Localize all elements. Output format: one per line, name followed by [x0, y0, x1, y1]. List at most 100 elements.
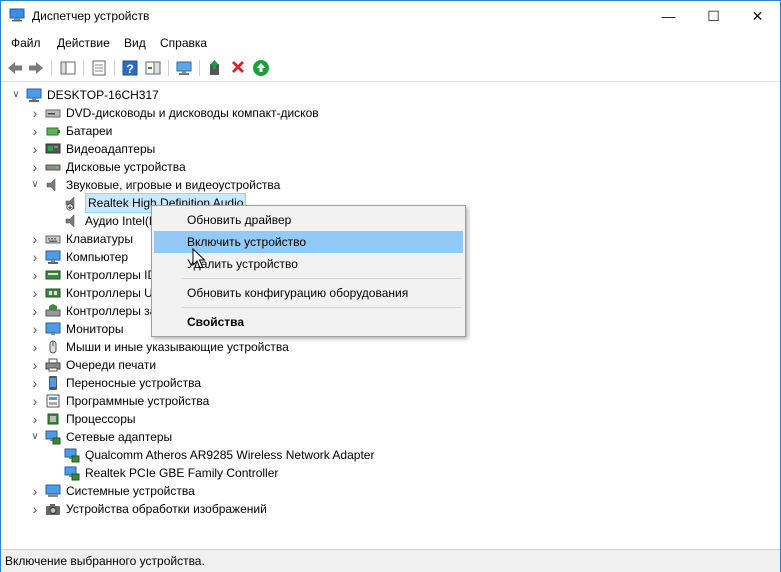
display-adapter-icon — [45, 143, 61, 154]
collapse-chevron-icon[interactable]: ∨ — [29, 176, 41, 194]
show-hide-console-tree-icon[interactable] — [59, 59, 77, 77]
back-arrow-icon[interactable] — [6, 59, 24, 77]
tree-item[interactable]: › Программные устройства — [2, 392, 779, 410]
tree-item[interactable]: › Мыши и иные указывающие устройства — [2, 338, 779, 356]
expand-chevron-icon[interactable]: › — [29, 104, 41, 122]
expand-chevron-icon[interactable]: › — [29, 302, 41, 320]
tree-item-label: Контроллеры за — [66, 304, 157, 318]
tree-item[interactable]: › Устройства обработки изображений — [2, 500, 779, 518]
context-menu-update-driver-label: Обновить драйвер — [187, 213, 292, 227]
tree-item-label: Переносные устройства — [66, 376, 202, 390]
expand-chevron-icon[interactable]: › — [29, 248, 41, 266]
tree-item-label: Программные устройства — [66, 394, 210, 408]
expand-chevron-icon[interactable]: › — [29, 500, 41, 518]
network-adapter-icon — [64, 466, 80, 481]
minimize-button[interactable]: — — [646, 1, 691, 31]
tree-item-label: Системные устройства — [66, 484, 195, 498]
expand-chevron-icon[interactable]: › — [29, 482, 41, 500]
expand-chevron-icon[interactable]: › — [29, 284, 41, 302]
tree-item[interactable]: › Процессоры — [2, 410, 779, 428]
tree-item-label: Видеоадаптеры — [66, 142, 156, 156]
context-menu-scan-hardware-label: Обновить конфигурацию оборудования — [187, 286, 409, 300]
tree-item[interactable]: › Видеоадаптеры — [2, 140, 779, 158]
menu-file[interactable]: Файл — [11, 36, 41, 50]
enable-device-icon[interactable] — [252, 59, 270, 77]
context-menu-properties[interactable]: Свойства — [154, 311, 463, 333]
expand-chevron-icon[interactable]: › — [29, 374, 41, 392]
disk-drive-icon — [45, 164, 61, 171]
expand-chevron-icon[interactable]: › — [29, 356, 41, 374]
context-menu-update-driver[interactable]: Обновить драйвер — [154, 209, 463, 231]
toolbar-separator — [51, 60, 52, 76]
menu-view[interactable]: Вид — [124, 36, 146, 50]
tree-item-label: Мыши и иные указывающие устройства — [66, 340, 289, 354]
tree-item[interactable]: › DVD-дисководы и дисководы компакт-диско… — [2, 104, 779, 122]
help-icon[interactable]: ? — [121, 59, 139, 77]
forward-arrow-icon[interactable] — [27, 59, 45, 77]
scan-hardware-icon[interactable] — [175, 59, 193, 77]
expand-chevron-icon[interactable]: › — [29, 392, 41, 410]
printer-icon — [45, 358, 61, 372]
tree-item-label: Контроллеры ID — [66, 268, 157, 282]
computer-icon — [26, 88, 42, 102]
battery-icon — [46, 127, 60, 136]
expand-chevron-icon[interactable]: › — [29, 122, 41, 140]
tree-item-label: Устройства обработки изображений — [66, 502, 267, 516]
speaker-icon — [46, 178, 56, 192]
tree-item[interactable]: ∨ Сетевые адаптеры — [2, 428, 779, 446]
tree-item[interactable]: › Системные устройства — [2, 482, 779, 500]
tree-item-label: Клавиатуры — [66, 232, 133, 246]
tree-item-label: DVD-дисководы и дисководы компакт-дисков — [66, 106, 319, 120]
maximize-button[interactable]: ☐ — [691, 1, 736, 31]
tree-item-label: Компьютер — [66, 250, 129, 264]
computer-icon — [45, 250, 61, 264]
expand-chevron-icon[interactable]: › — [29, 338, 41, 356]
expand-chevron-icon[interactable]: › — [29, 230, 41, 248]
toolbar-separator — [83, 60, 84, 76]
ide-controller-icon — [45, 270, 61, 280]
menu-help[interactable]: Справка — [160, 36, 207, 50]
portable-device-icon — [49, 376, 57, 390]
tree-item[interactable]: › Батареи — [2, 122, 779, 140]
uninstall-device-icon[interactable] — [229, 59, 247, 77]
system-device-icon — [45, 484, 61, 497]
expand-chevron-icon[interactable]: › — [29, 320, 41, 338]
collapse-chevron-icon[interactable]: ∨ — [29, 428, 41, 446]
properties-page-icon[interactable] — [90, 59, 108, 77]
tree-item[interactable]: ∨ Звуковые, игровые и видеоустройства — [2, 176, 779, 194]
tree-item[interactable]: › Переносные устройства — [2, 374, 779, 392]
title-bar[interactable]: Диспетчер устройств — ☐ ✕ — [1, 1, 780, 31]
tree-item[interactable]: › Дисковые устройства — [2, 158, 779, 176]
menu-action[interactable]: Действие — [57, 36, 110, 50]
tree-root-node[interactable]: ∨ DESKTOP-16CH317 — [2, 86, 779, 104]
tree-item-label: Сетевые адаптеры — [66, 430, 173, 444]
tree-item-label: Дисковые устройства — [66, 160, 186, 174]
keyboard-icon — [45, 235, 61, 244]
collapse-chevron-icon[interactable]: ∨ — [10, 86, 22, 104]
expand-chevron-icon[interactable]: › — [29, 410, 41, 428]
action-pane-icon[interactable] — [144, 59, 162, 77]
expand-chevron-icon[interactable]: › — [29, 158, 41, 176]
storage-controller-icon — [45, 304, 61, 317]
tree-item-label: Qualcomm Atheros AR9285 Wireless Network… — [85, 448, 375, 462]
toolbar-separator — [168, 60, 169, 76]
monitor-icon — [45, 322, 61, 335]
dvd-drive-icon — [45, 109, 61, 118]
context-menu-scan-hardware[interactable]: Обновить конфигурацию оборудования — [154, 282, 463, 304]
window-title: Диспетчер устройств — [32, 9, 150, 23]
mouse-cursor-icon — [192, 248, 206, 269]
tree-item-label: DESKTOP-16CH317 — [47, 88, 159, 102]
close-button[interactable]: ✕ — [735, 1, 780, 31]
expand-chevron-icon[interactable]: › — [29, 140, 41, 158]
speaker-icon — [65, 214, 75, 228]
toolbar-separator — [199, 60, 200, 76]
tree-child-item[interactable]: Qualcomm Atheros AR9285 Wireless Network… — [2, 446, 779, 464]
network-adapter-icon — [64, 448, 80, 463]
tree-item-label: Realtek PCIe GBE Family Controller — [85, 466, 279, 480]
usb-controller-icon — [45, 288, 61, 298]
status-text: Включение выбранного устройства. — [5, 554, 205, 568]
tree-child-item[interactable]: Realtek PCIe GBE Family Controller — [2, 464, 779, 482]
expand-chevron-icon[interactable]: › — [29, 266, 41, 284]
tree-item[interactable]: › Очереди печати — [2, 356, 779, 374]
update-driver-icon[interactable] — [206, 59, 224, 77]
